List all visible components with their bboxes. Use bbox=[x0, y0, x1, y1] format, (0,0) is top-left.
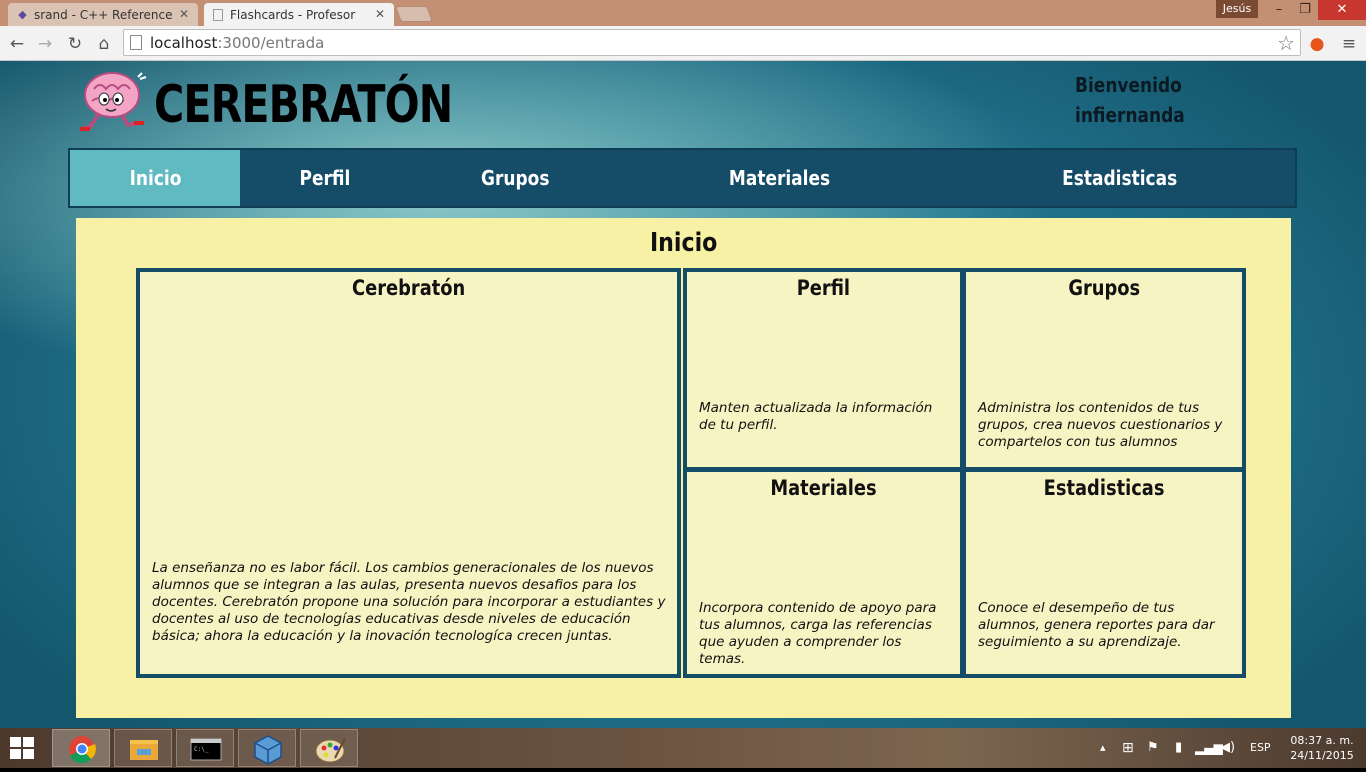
url-text[interactable]: localhost:3000/entrada bbox=[150, 34, 324, 52]
tab-srand-reference[interactable]: ◆ srand - C++ Reference ✕ bbox=[8, 3, 198, 26]
card-description: La enseñanza no es labor fácil. Los camb… bbox=[152, 560, 666, 644]
extension-icon[interactable]: ● bbox=[1306, 33, 1328, 55]
close-tab-icon[interactable]: ✕ bbox=[179, 7, 189, 21]
close-window-button[interactable]: ✕ bbox=[1318, 0, 1366, 20]
page-favicon-icon bbox=[213, 9, 223, 21]
cplusplus-favicon-icon: ◆ bbox=[18, 8, 27, 21]
minimize-button[interactable]: – bbox=[1266, 0, 1292, 20]
card-estadisticas[interactable]: Estadisticas Conoce el desempeño de tus … bbox=[962, 468, 1246, 678]
virtualbox-taskbar-icon[interactable] bbox=[238, 729, 296, 767]
windows-start-icon[interactable] bbox=[10, 737, 34, 759]
nav-item-grupos[interactable]: Grupos bbox=[410, 150, 620, 206]
back-arrow-icon[interactable]: ← bbox=[6, 33, 28, 55]
card-title: Cerebratón bbox=[351, 276, 466, 300]
card-perfil[interactable]: Perfil Manten actualizada la información… bbox=[683, 268, 964, 471]
page-icon bbox=[130, 35, 142, 50]
signal-icon[interactable]: ▂▄▆ bbox=[1195, 728, 1223, 768]
tab-title: srand - C++ Reference bbox=[34, 7, 173, 22]
paint-taskbar-icon[interactable] bbox=[300, 729, 358, 767]
tab-title: Flashcards - Profesor bbox=[230, 7, 356, 22]
card-description: Administra los contenidos de tus grupos,… bbox=[978, 400, 1223, 450]
content-panel: Inicio Cerebratón La enseñanza no es lab… bbox=[76, 218, 1291, 718]
card-title: Materiales bbox=[770, 476, 877, 500]
browser-titlebar: ◆ srand - C++ Reference ✕ Flashcards - P… bbox=[0, 0, 1366, 26]
system-clock[interactable]: 08:37 a. m. 24/11/2015 bbox=[1282, 733, 1362, 763]
card-title: Grupos bbox=[1068, 276, 1140, 300]
welcome-message: Bienvenido infiernanda bbox=[1075, 70, 1185, 130]
command-prompt-taskbar-icon[interactable]: C:\_ bbox=[176, 729, 234, 767]
menu-icon[interactable]: ≡ bbox=[1338, 33, 1360, 55]
card-title: Estadisticas bbox=[1043, 476, 1165, 500]
card-description: Incorpora contenido de apoyo para tus al… bbox=[699, 600, 937, 667]
file-explorer-taskbar-icon[interactable] bbox=[114, 729, 172, 767]
card-description: Manten actualizada la información de tu … bbox=[699, 400, 933, 433]
nav-item-inicio[interactable]: Inicio bbox=[70, 150, 240, 206]
new-tab-button[interactable] bbox=[395, 6, 433, 22]
reload-icon[interactable]: ↻ bbox=[64, 33, 86, 55]
welcome-username: infiernanda bbox=[1075, 103, 1185, 127]
profile-badge[interactable]: Jesús bbox=[1216, 0, 1258, 18]
nav-item-perfil[interactable]: Perfil bbox=[240, 150, 410, 206]
windows-taskbar: C:\_ ▴ ⊞ ⚑ ▮ ▂▄▆ ◀) ESP 08:37 a. m. 24/1… bbox=[0, 728, 1366, 768]
brain-mascot-logo bbox=[80, 72, 147, 131]
home-icon[interactable]: ⌂ bbox=[93, 33, 115, 55]
nav-item-estadisticas[interactable]: Estadisticas bbox=[1010, 150, 1230, 206]
card-description: Conoce el desempeño de tus alumnos, gene… bbox=[978, 600, 1215, 650]
card-title: Perfil bbox=[796, 276, 851, 300]
address-bar[interactable]: localhost:3000/entrada ☆ bbox=[123, 29, 1301, 56]
card-grupos[interactable]: Grupos Administra los contenidos de tus … bbox=[962, 268, 1246, 471]
nav-item-materiales[interactable]: Materiales bbox=[670, 150, 890, 206]
bookmark-star-icon[interactable]: ☆ bbox=[1277, 31, 1295, 55]
card-materiales[interactable]: Materiales Incorpora contenido de apoyo … bbox=[683, 468, 964, 678]
main-nav: Inicio Perfil Grupos Materiales Estadist… bbox=[68, 148, 1297, 208]
forward-arrow-icon[interactable]: → bbox=[34, 33, 56, 55]
browser-toolbar: ← → ↻ ⌂ localhost:3000/entrada ☆ ● ≡ bbox=[0, 26, 1366, 61]
action-center-flag-icon[interactable]: ⚑ bbox=[1147, 728, 1159, 768]
maximize-button[interactable]: ❐ bbox=[1292, 0, 1318, 20]
show-hidden-icons-icon[interactable]: ▴ bbox=[1100, 728, 1106, 768]
volume-icon[interactable]: ◀) bbox=[1220, 728, 1235, 768]
brand-title: CEREBRATÓN bbox=[154, 75, 453, 135]
input-language[interactable]: ESP bbox=[1250, 728, 1271, 768]
welcome-greeting: Bienvenido bbox=[1075, 73, 1182, 97]
battery-icon[interactable]: ▮ bbox=[1175, 728, 1182, 768]
windows-snap-icon[interactable]: ⊞ bbox=[1122, 728, 1134, 768]
close-tab-icon[interactable]: ✕ bbox=[375, 7, 385, 21]
page-title: Inicio bbox=[649, 228, 718, 258]
clock-date: 24/11/2015 bbox=[1290, 749, 1354, 762]
clock-time: 08:37 a. m. bbox=[1290, 734, 1354, 747]
chrome-taskbar-icon[interactable] bbox=[52, 729, 110, 767]
card-cerebraton[interactable]: Cerebratón La enseñanza no es labor fáci… bbox=[136, 268, 681, 678]
svg-text:C:\_: C:\_ bbox=[194, 746, 209, 753]
page-body: CEREBRATÓN Bienvenido infiernanda Inicio… bbox=[0, 61, 1366, 728]
tab-flashcards-profesor[interactable]: Flashcards - Profesor ✕ bbox=[204, 3, 394, 26]
